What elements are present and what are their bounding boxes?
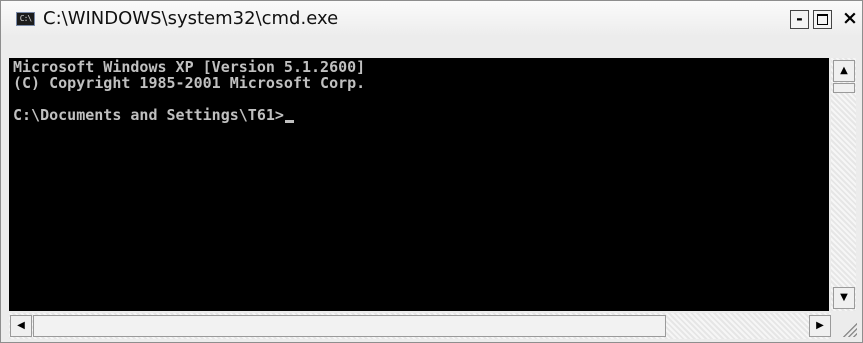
- scroll-left-button[interactable]: ◀: [10, 315, 32, 337]
- cmd-icon[interactable]: C:\: [16, 12, 35, 26]
- minimize-button[interactable]: -: [790, 10, 809, 29]
- horizontal-scroll-thumb[interactable]: [33, 315, 666, 337]
- console-output[interactable]: Microsoft Windows XP [Version 5.1.2600] …: [9, 58, 829, 311]
- title-bar[interactable]: C:\ C:\WINDOWS\system32\cmd.exe - ×: [1, 1, 862, 37]
- command-prompt[interactable]: C:\Documents and Settings\T61>: [13, 107, 294, 124]
- horizontal-scrollbar[interactable]: ◀ ▶: [9, 313, 831, 339]
- resize-grip-icon[interactable]: [839, 319, 857, 337]
- text-cursor: [284, 120, 294, 123]
- vertical-scroll-thumb[interactable]: [833, 83, 855, 93]
- scroll-up-button[interactable]: ▲: [833, 60, 855, 82]
- console-line: (C) Copyright 1985-2001 Microsoft Corp.: [13, 74, 366, 92]
- window-title: C:\WINDOWS\system32\cmd.exe: [43, 8, 339, 29]
- maximize-button[interactable]: [813, 10, 832, 29]
- close-button[interactable]: ×: [838, 9, 862, 29]
- cmd-window: C:\ C:\WINDOWS\system32\cmd.exe - × Micr…: [0, 0, 863, 343]
- maximize-icon: [817, 14, 828, 25]
- scroll-down-button[interactable]: ▼: [833, 287, 855, 309]
- scroll-right-button[interactable]: ▶: [809, 315, 831, 337]
- vertical-scrollbar[interactable]: ▲ ▼: [831, 58, 856, 311]
- prompt-text: C:\Documents and Settings\T61>: [13, 106, 284, 124]
